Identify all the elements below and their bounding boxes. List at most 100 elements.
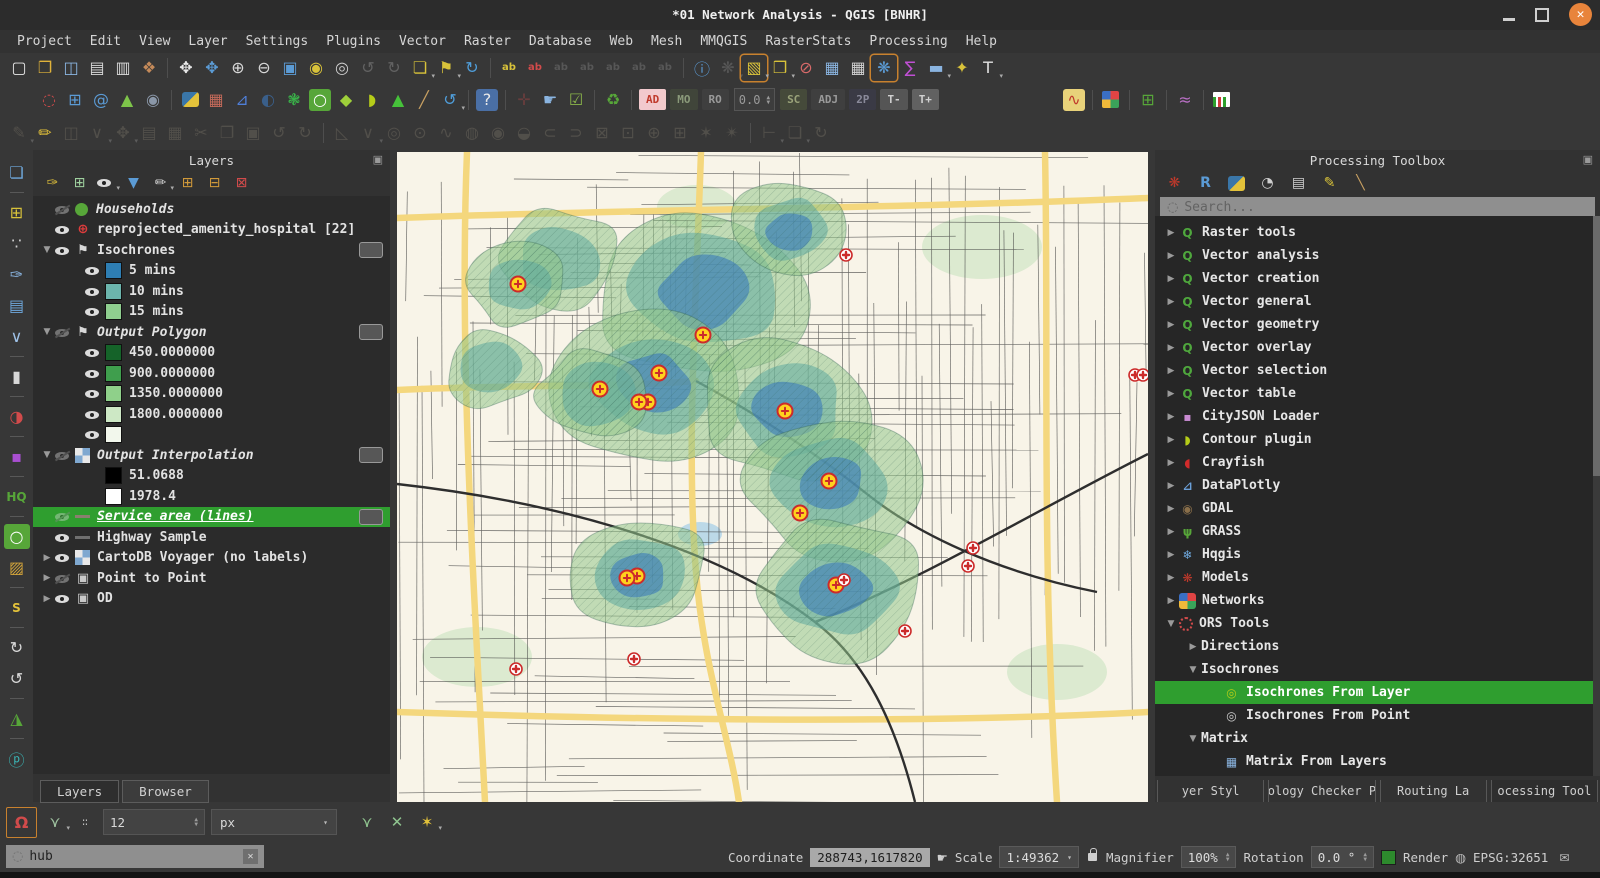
layer-row-swatch[interactable] [33,425,390,446]
visibility-eye-icon[interactable] [85,285,100,298]
toolbox-row-dataplotly[interactable]: ▶⊿DataPlotly [1155,474,1593,497]
toolbox-models-button[interactable]: ❋ [1163,173,1186,194]
expander-icon[interactable]: ▶ [39,553,55,563]
toolbox-row-vector-overlay[interactable]: ▶QVector overlay [1155,336,1593,359]
menu-view[interactable]: View [130,32,179,51]
expander-icon[interactable]: ▼ [1163,619,1179,629]
layer-diagram-button[interactable]: ab [522,55,548,81]
text-annotation-button[interactable]: T▾ [975,55,1001,81]
toolbox-row-directions[interactable]: ▶Directions [1155,635,1593,658]
plugin-builder-button[interactable]: ╱ [411,87,437,113]
menu-mesh[interactable]: Mesh [642,32,691,51]
zoom-in-button[interactable]: ⊕ [225,55,251,81]
measure-button[interactable]: ▬▾ [923,55,949,81]
manage-visibility-button[interactable]: ▾ [95,172,118,193]
toolbox-row-vector-geometry[interactable]: ▶QVector geometry [1155,313,1593,336]
menu-mmqgis[interactable]: MMQGIS [691,32,756,51]
add-delimited-text-button[interactable]: ∵ [4,231,30,256]
expander-icon[interactable]: ▼ [1185,734,1201,744]
cad-construction-button[interactable]: ☛ [537,87,563,113]
select-by-expression-button[interactable]: ❒▾ [767,55,793,81]
add-wfs-layer-button[interactable]: @ [88,87,114,113]
check-geometries-button[interactable]: ☑ [563,87,589,113]
db-manager-button[interactable]: ▮ [4,364,30,389]
layer-row-reprojected-amenity-hospital-22-[interactable]: ⊕reprojected_amenity_hospital [22] [33,220,390,241]
layer-row-cartodb-voyager-no-labels-[interactable]: ▶CartoDB Voyager (no labels) [33,548,390,569]
data-source-manager-button[interactable]: ❏ [4,160,30,185]
menu-web[interactable]: Web [601,32,642,51]
bookmarks-button[interactable]: ⚑▾ [433,55,459,81]
layout-manager-button[interactable]: ▥ [110,55,136,81]
add-mesh-layer-button[interactable]: ▤ [4,293,30,318]
toolbox-row-vector-general[interactable]: ▶QVector general [1155,290,1593,313]
toolbox-row-isochrones-from-layer[interactable]: ◎Isochrones From Layer [1155,681,1593,704]
expander-icon[interactable]: ▶ [1163,297,1179,307]
layer-row-service-area-lines-[interactable]: Service area (lines) [33,507,390,528]
mmqgis-tool-button[interactable]: ❃ [281,87,307,113]
layer-row-15-mins[interactable]: 15 mins [33,302,390,323]
reload-transform-button[interactable]: ↺ [4,666,30,691]
python-console-button[interactable] [177,87,203,113]
toolbox-row-contour-plugin[interactable]: ▶◗Contour plugin [1155,428,1593,451]
osm-place-search-button[interactable]: ◉ [140,87,166,113]
zoom-to-selection-button[interactable]: ◉ [303,55,329,81]
visibility-eye-off-icon[interactable] [55,203,70,216]
expander-icon[interactable]: ▶ [1163,435,1179,445]
menu-plugins[interactable]: Plugins [317,32,390,51]
menu-help[interactable]: Help [957,32,1006,51]
crs-globe-icon[interactable]: ◍ [1455,850,1466,865]
scale-lock-icon[interactable] [1088,853,1097,861]
save-project-button[interactable]: ◫ [58,55,84,81]
visibility-eye-icon[interactable] [55,592,70,605]
chart-maker-plugin-button[interactable]: ▪ [4,444,30,469]
expander-icon[interactable]: ▼ [39,245,55,255]
zoom-out-button[interactable]: ⊖ [251,55,277,81]
new-print-layout-button[interactable]: ▤ [84,55,110,81]
enable-snapping-button[interactable]: Ω [6,807,37,838]
toolbox-row-gdal[interactable]: ▶◉GDAL [1155,497,1593,520]
topological-editing-button[interactable]: ⋎ [355,810,379,834]
layer-indicator-badge[interactable] [359,324,383,340]
statistical-summary-button[interactable]: ∑ [897,55,923,81]
attribute-grid-button[interactable]: ▦ [203,87,229,113]
expander-icon[interactable]: ▶ [1163,274,1179,284]
open-attribute-table-button[interactable]: ▦ [819,55,845,81]
expander-icon[interactable]: ▶ [1163,573,1179,583]
layer-row-highway-sample[interactable]: Highway Sample [33,527,390,548]
visibility-eye-off-icon[interactable] [55,326,70,339]
layer-labeling-button[interactable]: ab [496,55,522,81]
visibility-eye-icon[interactable] [85,408,100,421]
ph-geoportal-plugin-button[interactable]: ◑ [4,404,30,429]
sld4raster-button[interactable] [1098,87,1124,113]
layer-row-output-polygon[interactable]: ▼⚑Output Polygon [33,322,390,343]
menu-database[interactable]: Database [520,32,601,51]
expander-icon[interactable]: ▶ [1163,320,1179,330]
toggle-editing-button[interactable]: ✏ [32,120,58,146]
layer-row-450-0000000[interactable]: 450.0000000 [33,343,390,364]
plugin-reloader-button[interactable]: ↻ [4,635,30,660]
panel-float-icon[interactable]: ▣ [373,153,383,166]
new-project-button[interactable]: ▢ [6,55,32,81]
expander-icon[interactable]: ▶ [1163,527,1179,537]
deselect-features-button[interactable]: ⊘ [793,55,819,81]
layer-row-10-mins[interactable]: 10 mins [33,281,390,302]
layer-row-900-0000000[interactable]: 900.0000000 [33,363,390,384]
processing-toolbox-btn-button[interactable]: ❋ [871,55,897,81]
layer-row-1978-4[interactable]: 1978.4 [33,486,390,507]
help-contents-button[interactable]: ? [476,89,498,111]
refresh-map-button[interactable]: ↻ [459,55,485,81]
toolbox-row-cityjson-loader[interactable]: ▶▪CityJSON Loader [1155,405,1593,428]
toolbox-row-matrix[interactable]: ▼Matrix [1155,727,1593,750]
statistics-abacus-button[interactable]: ▦ [845,55,871,81]
hqgis-plugin-button[interactable]: HQ [4,484,30,509]
filter-legend-button[interactable]: ▼ [122,172,145,193]
pan-to-selection-button[interactable]: ✥ [199,55,225,81]
profile-plot-button[interactable]: ≈ [1172,87,1198,113]
dock-tab-3[interactable]: ocessing Tool [1491,780,1598,802]
text-smaller-button[interactable]: T- [880,89,907,110]
toolbox-python-button[interactable] [1225,173,1248,194]
expander-icon[interactable]: ▶ [1163,366,1179,376]
toolbox-history-button[interactable]: ◔ [1256,173,1279,194]
expander-icon[interactable]: ▶ [1163,389,1179,399]
toolbox-row-vector-selection[interactable]: ▶QVector selection [1155,359,1593,382]
